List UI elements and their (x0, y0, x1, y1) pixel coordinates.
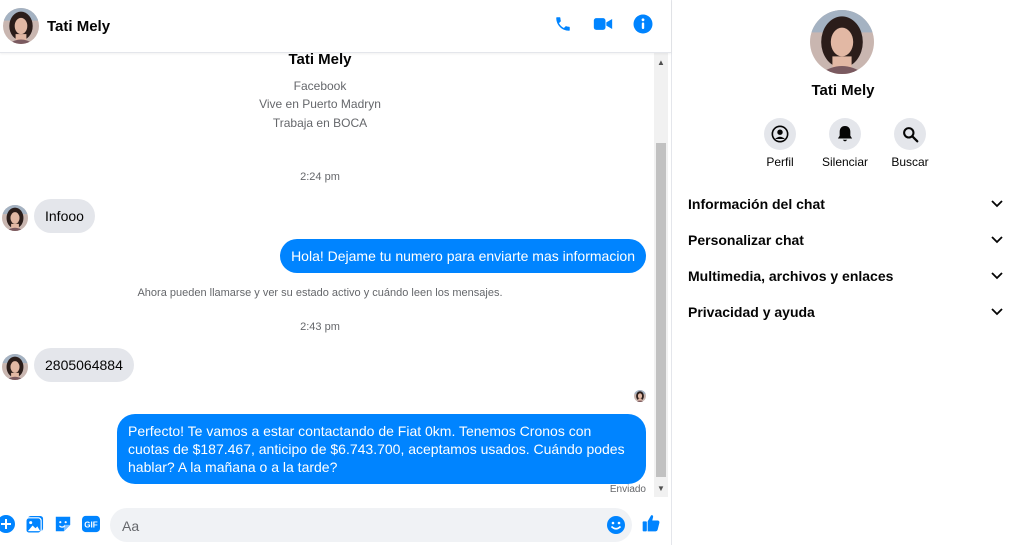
panel-avatar[interactable] (810, 10, 874, 74)
video-call-button[interactable] (593, 12, 613, 36)
outgoing-message[interactable]: Perfecto! Te vamos a estar contactando d… (117, 414, 646, 484)
sent-status: Enviado (609, 484, 646, 495)
image-icon (24, 515, 43, 534)
emoji-button[interactable] (606, 515, 626, 535)
thumbs-up-icon (642, 515, 660, 532)
call-button[interactable] (553, 12, 573, 36)
section-customize-chat[interactable]: Personalizar chat (688, 222, 1004, 258)
message-input-wrapper[interactable] (110, 508, 632, 544)
smiley-icon (607, 516, 625, 534)
video-camera-icon (593, 18, 613, 30)
profile-icon (771, 125, 789, 143)
chevron-down-icon (990, 197, 1004, 211)
section-label: Multimedia, archivos y enlaces (688, 268, 894, 284)
search-button[interactable]: Buscar (880, 118, 940, 169)
phone-icon (556, 17, 570, 31)
section-privacy-help[interactable]: Privacidad y ayuda (688, 294, 1004, 330)
mute-button[interactable]: Silenciar (815, 118, 875, 169)
scroll-down-arrow-icon[interactable]: ▼ (654, 481, 668, 495)
message-input[interactable] (120, 508, 604, 544)
composer: GIF (0, 505, 671, 545)
search-label: Buscar (891, 155, 929, 169)
call-availability-notice: Ahora pueden llamarse y ver su estado ac… (137, 287, 503, 299)
sticker-icon (55, 516, 71, 532)
gif-icon: GIF (82, 515, 100, 533)
message-list[interactable]: Tati Mely Facebook Vive en Puerto Madryn… (0, 53, 654, 497)
intro-line: Trabaja en BOCA (272, 116, 368, 130)
like-button[interactable] (641, 513, 661, 533)
message-avatar[interactable] (2, 354, 28, 380)
header-avatar[interactable] (3, 8, 39, 44)
intro-line: Vive en Puerto Madryn (259, 97, 381, 111)
profile-button[interactable]: Perfil (750, 118, 810, 169)
timestamp: 2:24 pm (300, 171, 340, 183)
section-chat-info[interactable]: Información del chat (688, 186, 1004, 222)
info-button[interactable] (633, 12, 653, 36)
profile-label: Perfil (766, 155, 794, 169)
gif-button[interactable]: GIF (81, 514, 101, 534)
chevron-down-icon (990, 305, 1004, 319)
chat-pane: Tati Mely Tati Mely Facebook Vive en Pue… (0, 0, 671, 545)
incoming-message[interactable]: Infooo (34, 199, 95, 233)
seen-indicator-avatar (634, 390, 646, 402)
scroll-thumb[interactable] (656, 143, 666, 477)
chevron-down-icon (990, 233, 1004, 247)
sticker-button[interactable] (53, 514, 73, 534)
intro-line: Facebook (293, 79, 347, 93)
timestamp: 2:43 pm (300, 321, 340, 333)
more-actions-button[interactable] (0, 514, 16, 534)
chat-header: Tati Mely (0, 0, 671, 53)
intro-contact-name: Tati Mely (288, 53, 352, 68)
scroll-up-arrow-icon[interactable]: ▲ (654, 55, 668, 69)
section-label: Información del chat (688, 196, 825, 212)
header-contact-name[interactable]: Tati Mely (47, 18, 110, 35)
incoming-message[interactable]: 2805064884 (34, 348, 134, 382)
chevron-down-icon (990, 269, 1004, 283)
attach-image-button[interactable] (24, 514, 44, 534)
outgoing-message[interactable]: Hola! Dejame tu numero para enviarte mas… (280, 239, 646, 273)
section-label: Personalizar chat (688, 232, 804, 248)
panel-contact-name: Tati Mely (811, 82, 875, 99)
section-label: Privacidad y ayuda (688, 304, 815, 320)
message-avatar[interactable] (2, 205, 28, 231)
info-icon (633, 14, 653, 34)
search-icon (902, 126, 918, 142)
plus-circle-icon (0, 515, 15, 533)
scrollbar[interactable]: ▲ ▼ (654, 53, 668, 497)
mute-label: Silenciar (821, 155, 869, 169)
svg-text:GIF: GIF (84, 521, 98, 530)
bell-icon (837, 126, 853, 142)
section-media-files-links[interactable]: Multimedia, archivos y enlaces (688, 258, 1004, 294)
conversation-info-panel: Tati Mely Perfil Silenciar Buscar Inform… (671, 0, 1013, 545)
